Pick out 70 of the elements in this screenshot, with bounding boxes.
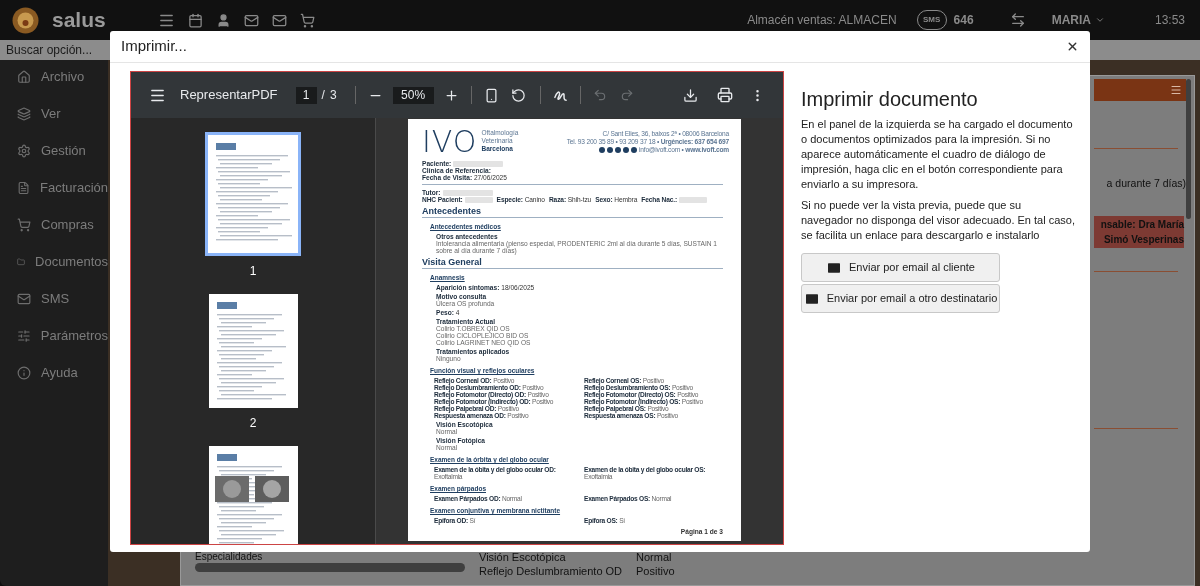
sidebar-item[interactable]: Parámetros	[40, 326, 108, 346]
scrollbar[interactable]	[195, 563, 465, 572]
row-label: Visión Escotópica	[479, 550, 567, 564]
cart-icon	[17, 218, 31, 232]
cart-icon[interactable]	[299, 12, 315, 28]
page-thumbnail[interactable]	[208, 446, 298, 544]
app-name: salus	[52, 7, 106, 34]
mail-icon[interactable]	[243, 12, 259, 28]
sidebar-item[interactable]: Compras	[41, 215, 94, 235]
blurred-text	[679, 196, 708, 203]
file-name: RepresentarPDF	[180, 86, 278, 105]
row-label: Reflejo Deslumbramiento OD	[479, 564, 624, 578]
page-count: 3	[329, 87, 337, 104]
panel-heading: Imprimir documento	[801, 87, 979, 111]
search-field[interactable]: Buscar opción...	[6, 41, 106, 59]
info-icon	[17, 366, 31, 380]
sidebar-item[interactable]: Archivo	[41, 67, 85, 87]
close-icon[interactable]	[1066, 40, 1079, 53]
page-icon[interactable]	[483, 87, 499, 103]
layers-icon	[17, 107, 31, 121]
highlight-text: Simó Vesperinas	[1103, 232, 1184, 247]
page-field[interactable]: 1	[295, 86, 317, 104]
user-icon[interactable]	[215, 12, 231, 28]
panel-paragraph: En el panel de la izquierda se ha cargado el documento o documentos optimizados para la impresión. Si no aparece automáticamente el cuadro de diálogo de impresión, haga clic en el botón correspondiente para enviarlo a su impresora.	[801, 117, 1074, 192]
social-icons	[599, 147, 638, 153]
download-icon[interactable]	[683, 87, 698, 103]
user-menu[interactable]: MARIA	[1051, 11, 1105, 29]
sidebar-item[interactable]: SMS	[41, 289, 70, 309]
sidebar-item[interactable]: Facturación	[40, 178, 108, 198]
home-icon	[17, 70, 31, 84]
rotate-icon[interactable]	[510, 87, 526, 103]
thumbnail-number: 1	[249, 263, 257, 280]
mail-icon	[17, 292, 31, 306]
page-separator: /	[321, 87, 325, 104]
calendar-icon[interactable]	[187, 12, 203, 28]
zoom-field[interactable]: 50%	[392, 86, 434, 104]
menu-icon[interactable]	[1170, 84, 1182, 96]
caret-icon	[1094, 15, 1105, 25]
store-label: Almacén ventas: ALMACEN	[747, 12, 897, 29]
page-thumbnail[interactable]	[205, 132, 301, 256]
section-heading: Visita General	[422, 257, 482, 267]
row-value: Positivo	[636, 564, 675, 578]
sidebar-item[interactable]: Ver	[41, 104, 61, 124]
print-icon[interactable]	[717, 87, 733, 103]
swap-icon[interactable]	[1009, 12, 1026, 28]
sms-count: 646	[953, 12, 974, 29]
panel-paragraph: Si no puede ver la vista previa, puede que su navegador no disponga del visor adecuado. En tal caso, se facilita un enlace para descargarlo e instalarlo	[801, 198, 1076, 243]
mail-icon[interactable]	[271, 12, 287, 28]
sidebar-item[interactable]: Gestión	[41, 141, 86, 161]
sidebar-item[interactable]: Ayuda	[41, 363, 78, 383]
row-value: Normal	[636, 550, 672, 564]
clinic-logo: IVO	[422, 128, 478, 156]
sliders-icon	[17, 329, 31, 343]
page-thumbnail[interactable]	[208, 294, 298, 408]
sidebar-item[interactable]: Documentos	[35, 252, 108, 272]
note-text: a durante 7 días)	[1106, 176, 1186, 191]
section-heading: Antecedentes	[422, 206, 482, 216]
email-button[interactable]: Enviar por email al cliente	[801, 253, 1000, 282]
dialog-title: Imprimir...	[121, 36, 188, 57]
zoom-in-icon[interactable]	[443, 87, 459, 103]
clock: 13:53	[1154, 12, 1185, 29]
blurred-text	[453, 160, 504, 167]
logo-icon	[12, 6, 39, 34]
section-label: Especialidades	[195, 552, 264, 562]
email-button[interactable]: Enviar por email a otro destinatario	[801, 284, 1000, 313]
highlight-text: nsable: Dra María	[1100, 217, 1184, 232]
thumbnail-number: 2	[249, 415, 257, 432]
document-icon	[17, 181, 31, 195]
scrollbar[interactable]	[1186, 79, 1191, 219]
gear-icon	[17, 144, 31, 158]
